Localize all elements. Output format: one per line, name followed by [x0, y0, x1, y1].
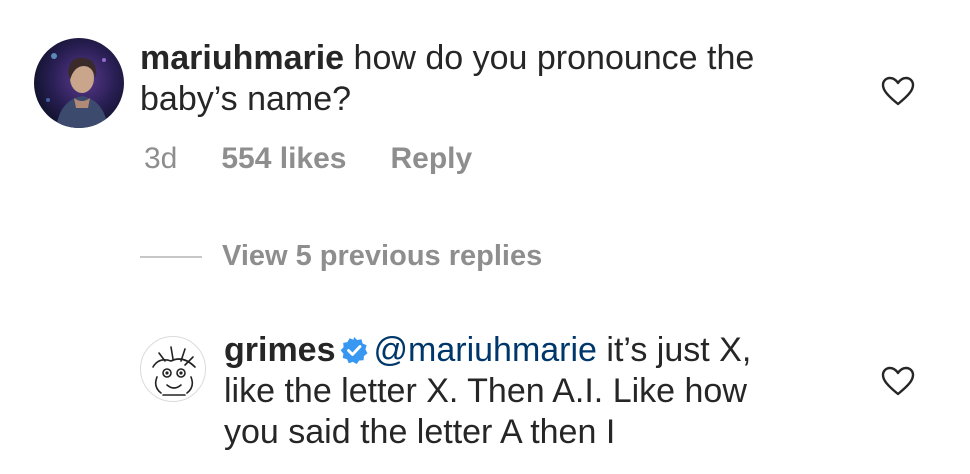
- comment-body: mariuhmarie how do you pronounce the bab…: [140, 38, 934, 176]
- reply-text-line3: you said the letter A then I: [224, 413, 616, 451]
- reply-text: grimes @mariuhmarie it’s just X,: [224, 330, 834, 371]
- mention-link[interactable]: @mariuhmarie: [374, 331, 597, 369]
- reply-username[interactable]: grimes: [224, 331, 336, 369]
- reply-text-line2: like the letter X. Then A.I. Like how: [224, 372, 747, 410]
- heart-outline-icon[interactable]: [881, 76, 915, 106]
- avatar-drawing: [152, 346, 196, 396]
- comments-panel: mariuhmarie how do you pronounce the bab…: [0, 0, 970, 474]
- comment-item: mariuhmarie how do you pronounce the bab…: [34, 38, 934, 176]
- comment-age[interactable]: 3d: [144, 142, 177, 176]
- replies-divider: [140, 255, 202, 258]
- reply-body: grimes @mariuhmarie it’s just X, like th…: [224, 330, 934, 453]
- heart-outline-icon[interactable]: [881, 366, 915, 396]
- reply-item: grimes @mariuhmarie it’s just X, like th…: [140, 330, 934, 453]
- comment-username[interactable]: mariuhmarie: [140, 39, 344, 77]
- comment-meta: 3d 554 likes Reply: [140, 142, 934, 176]
- avatar[interactable]: [34, 38, 124, 128]
- comment-text: mariuhmarie how do you pronounce the: [140, 38, 840, 79]
- reply-text-line1: it’s just X,: [606, 331, 752, 369]
- avatar[interactable]: [140, 336, 206, 402]
- avatar-photo: [46, 53, 108, 128]
- view-replies-label: View 5 previous replies: [222, 240, 543, 272]
- view-previous-replies-button[interactable]: View 5 previous replies: [140, 240, 542, 273]
- comment-text-line2: baby’s name?: [140, 80, 352, 118]
- reply-button[interactable]: Reply: [391, 142, 473, 176]
- comment-likes-count[interactable]: 554 likes: [221, 142, 346, 176]
- verified-badge-icon: [340, 337, 367, 364]
- comment-text-line1: how do you pronounce the: [353, 39, 755, 77]
